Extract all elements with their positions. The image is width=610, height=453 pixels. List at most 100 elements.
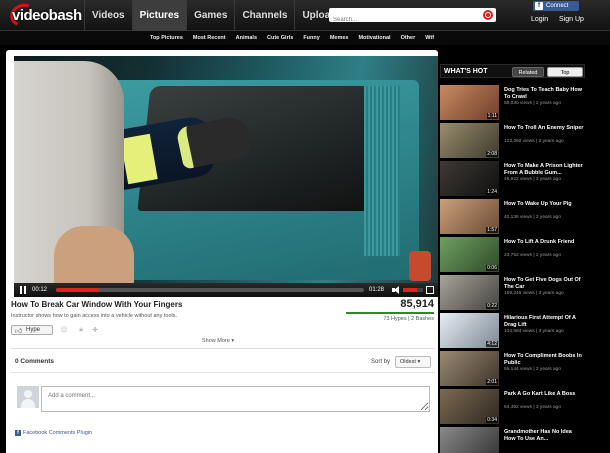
video-duration: 0:34 (486, 417, 498, 423)
related-video-card[interactable]: 0:34 Park A Go Kart Like A Boss 64,492 vie… (440, 389, 585, 424)
nav-pictures[interactable]: Pictures (131, 0, 187, 31)
whats-hot-title: WHAT'S HOT (444, 68, 488, 75)
video-thumbnail[interactable]: 2:01 (440, 351, 499, 386)
tab-related[interactable]: Related (512, 67, 544, 77)
video-thumbnail[interactable]: 0:22 (440, 275, 499, 310)
subnav-most-recent[interactable]: Most Recent (193, 31, 226, 45)
related-video-age: 2 years ago (535, 367, 561, 372)
related-video-title[interactable]: How To Lift A Drunk Friend (504, 239, 584, 246)
subnav-cute-girls[interactable]: Cute Girls (267, 31, 293, 45)
bash-icon[interactable]: ☹ (59, 326, 69, 335)
video-duration: 2:01 (486, 379, 498, 385)
related-video-card[interactable]: 1:57 How To Wake Up Your Pig 40,136 views … (440, 199, 585, 234)
related-video-card[interactable]: 4:12 Hilarious First Attempt Of A Drag Li… (440, 313, 585, 348)
sort-select[interactable]: Oldest ▾ (395, 356, 431, 368)
video-thumbnail[interactable]: 0:34 (440, 389, 499, 424)
favorite-star-icon[interactable]: ★ (76, 326, 86, 335)
related-video-title[interactable]: How To Get Five Dogs Out Of The Car (504, 277, 584, 290)
video-thumbnail[interactable]: 2:08 (440, 123, 499, 158)
related-video-card[interactable]: 0:22 How To Get Five Dogs Out Of The Car 1… (440, 275, 585, 310)
related-video-card[interactable]: 1:11 Dog Tries To Teach Baby How To Crawl… (440, 85, 585, 120)
related-video-card[interactable]: 0:06 How To Lift A Drunk Friend 23,752 vie… (440, 237, 585, 272)
related-video-meta: 55,144 views | 2 years ago (504, 367, 561, 372)
related-video-views: 64,492 (504, 405, 519, 410)
divider (11, 372, 435, 373)
video-thumbnail[interactable]: 4:12 (440, 313, 499, 348)
related-video-card[interactable]: Grandmother Has No Idea How To Use An... (440, 427, 585, 453)
vote-ratio-bar (346, 312, 434, 314)
hype-button[interactable]: 👍︎ Hype (11, 325, 53, 335)
add-icon[interactable]: ✚ (90, 326, 100, 335)
nav-videos[interactable]: Videos (84, 0, 132, 31)
show-more-toggle[interactable]: Show More ▾ (202, 338, 234, 344)
facebook-icon: f (535, 2, 543, 10)
nav-channels[interactable]: Channels (234, 0, 294, 31)
related-video-title[interactable]: Grandmother Has No Idea How To Use An... (504, 429, 584, 442)
facebook-icon: f (15, 430, 21, 436)
related-video-age: 3 years ago (535, 405, 561, 410)
comment-count: 0 Comments (15, 358, 55, 365)
tab-top[interactable]: Top (547, 67, 583, 77)
subnav-animals[interactable]: Animals (236, 31, 257, 45)
volume-icon[interactable] (392, 286, 400, 294)
fullscreen-icon[interactable] (426, 286, 434, 294)
subnav-memes[interactable]: Memes (330, 31, 349, 45)
related-video-title[interactable]: Dog Tries To Teach Baby How To Crawl (504, 87, 584, 100)
related-video-meta: 64,492 views | 3 years ago (504, 405, 561, 410)
volume-slider[interactable] (403, 288, 423, 292)
seek-bar[interactable] (56, 288, 364, 292)
related-video-meta: 123,392 views | 2 years ago (504, 139, 564, 144)
subnav-top-pictures[interactable]: Top Pictures (150, 31, 183, 45)
category-subnav: Top Pictures Most Recent Animals Cute Gi… (0, 31, 610, 45)
video-thumbnail[interactable]: 1:24 (440, 161, 499, 196)
related-video-title[interactable]: How To Make A Prison Lighter From A Bubb… (504, 163, 584, 176)
related-video-views: 46,922 (504, 177, 519, 182)
related-video-age: 3 years ago (538, 291, 564, 296)
video-thumbnail[interactable] (440, 427, 499, 453)
search-input[interactable] (329, 13, 479, 27)
search-icon[interactable] (483, 10, 493, 20)
pause-icon[interactable] (19, 286, 27, 294)
show-more-label: Show More (202, 338, 230, 344)
related-video-card[interactable]: 2:08 How To Troll An Enemy Sniper 123,392 … (440, 123, 585, 158)
video-thumbnail[interactable]: 1:11 (440, 85, 499, 120)
whats-hot-header: WHAT'S HOT Related Top (440, 64, 585, 78)
related-video-views: 40,136 (504, 215, 519, 220)
video-thumbnail[interactable]: 0:06 (440, 237, 499, 272)
related-video-title[interactable]: How To Troll An Enemy Sniper (504, 125, 584, 132)
comment-input[interactable] (41, 386, 430, 412)
related-video-title[interactable]: Park A Go Kart Like A Boss (504, 391, 584, 398)
videobash-logo[interactable]: videobash (7, 0, 84, 30)
video-player[interactable]: 00:12 01:28 (14, 56, 438, 297)
login-link[interactable]: Login (531, 13, 548, 27)
user-avatar (17, 386, 39, 408)
main-nav: Videos Pictures Games Channels Upload (84, 0, 343, 31)
related-video-meta: 159,246 views | 3 years ago (504, 291, 564, 296)
video-duration: 0:22 (486, 303, 498, 309)
subnav-other[interactable]: Other (401, 31, 416, 45)
related-video-title[interactable]: How To Wake Up Your Pig (504, 201, 584, 208)
nav-games[interactable]: Games (186, 0, 234, 31)
hype-label: Hype (26, 327, 41, 333)
related-video-age: 3 years ago (538, 329, 564, 334)
chevron-down-icon: ▾ (417, 359, 421, 365)
facebook-comments-plugin-link[interactable]: f Facebook Comments Plugin (15, 430, 92, 436)
subnav-funny[interactable]: Funny (303, 31, 320, 45)
related-video-views: 159,246 (504, 291, 522, 296)
video-thumbnail[interactable]: 1:57 (440, 199, 499, 234)
video-duration: 1:24 (486, 189, 498, 195)
related-video-title[interactable]: Hilarious First Attempt Of A Drag Lift (504, 315, 584, 328)
video-duration: 0:06 (486, 265, 498, 271)
related-video-card[interactable]: 1:24 How To Make A Prison Lighter From A … (440, 161, 585, 196)
related-video-title[interactable]: How To Compliment Boobs In Public (504, 353, 584, 366)
chevron-down-icon: ▾ (231, 338, 235, 344)
signup-link[interactable]: Sign Up (559, 13, 584, 27)
related-video-views: 123,392 (504, 139, 522, 144)
video-description: Instructor shows how to gain access into… (11, 313, 178, 319)
volume-level (403, 288, 417, 292)
facebook-connect-button[interactable]: f Connect (533, 1, 579, 11)
related-video-card[interactable]: 2:01 How To Compliment Boobs In Public 55,… (440, 351, 585, 386)
duration-time: 01:28 (369, 287, 385, 293)
subnav-motivational[interactable]: Motivational (358, 31, 390, 45)
subnav-wtf[interactable]: Wtf (425, 31, 434, 45)
